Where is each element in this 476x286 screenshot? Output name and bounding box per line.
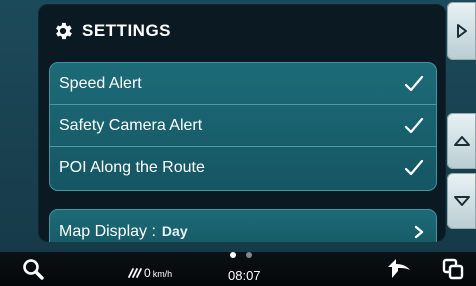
next-page-button[interactable] [447,2,476,60]
checkmark-icon[interactable] [404,117,424,135]
chevron-right-icon [414,225,424,239]
windows-icon[interactable] [442,258,464,280]
clock-time: 08:07 [228,268,261,283]
page-dot-inactive [246,252,252,258]
setting-label: POI Along the Route [59,159,205,176]
setting-row-poi-along-route[interactable]: POI Along the Route [50,147,436,189]
map-display-value: Day [161,223,188,239]
gear-icon [56,22,72,40]
triangle-right-icon [456,24,467,38]
scroll-down-button[interactable] [447,173,476,229]
bottom-toolbar: 0 km/h 08:07 [0,252,476,286]
triangle-up-icon [453,136,470,146]
map-display-text: Map Display : Day [59,223,188,241]
speed-unit: km/h [152,269,173,279]
map-display-item[interactable]: Map Display : Day [49,209,437,242]
back-arrow-icon[interactable] [386,258,412,280]
scroll-up-button[interactable] [447,113,476,169]
speed-display: 0 km/h [128,267,172,279]
page-indicator [230,252,252,258]
map-display-row[interactable]: Map Display : Day [50,210,436,242]
setting-row-speed-alert[interactable]: Speed Alert [50,63,436,105]
settings-panel: SETTINGS Speed Alert Safety Camera Alert… [38,4,446,242]
panel-header: SETTINGS [52,16,171,46]
page-title: SETTINGS [82,21,172,40]
setting-row-safety-camera-alert[interactable]: Safety Camera Alert [50,105,436,147]
search-icon[interactable] [22,258,44,280]
page-dot-active [230,252,236,258]
checkmark-icon[interactable] [404,159,424,177]
setting-label: Safety Camera Alert [59,116,203,134]
toggle-list: Speed Alert Safety Camera Alert POI Alon… [49,62,437,191]
speed-icon [128,268,142,278]
map-display-label: Map Display : [59,223,156,240]
setting-label: Speed Alert [59,74,142,92]
triangle-down-icon [453,196,470,206]
checkmark-icon[interactable] [404,75,424,93]
speed-value: 0 [144,266,151,280]
